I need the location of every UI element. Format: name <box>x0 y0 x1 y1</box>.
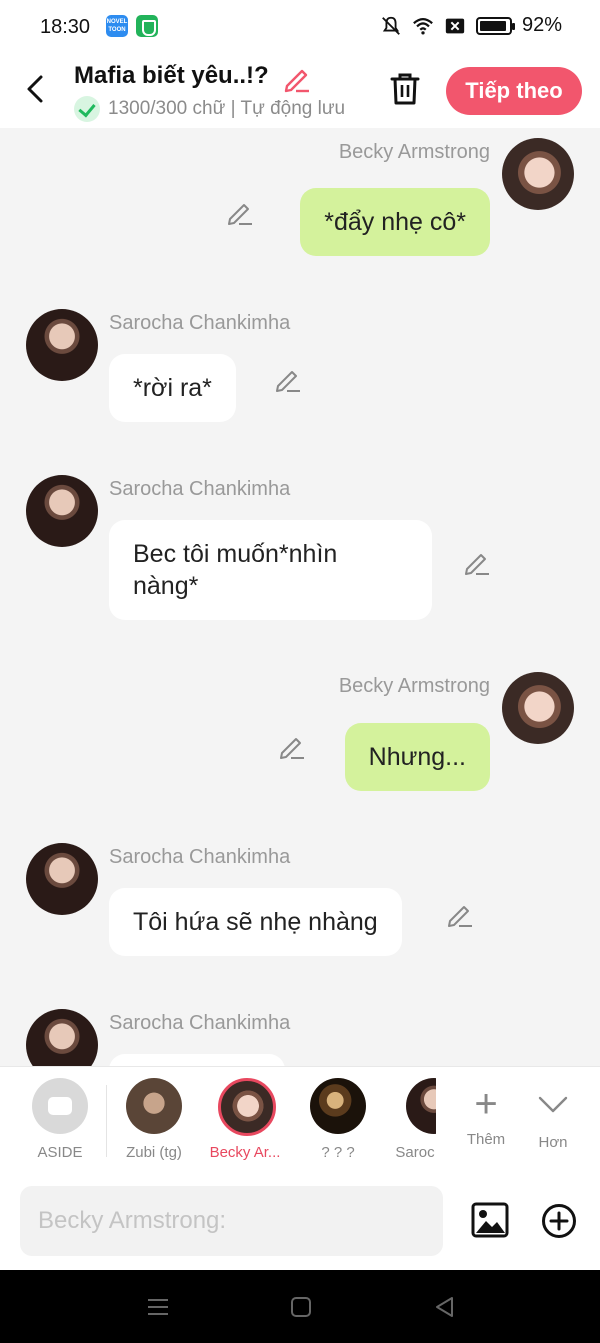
sender-name: Sarocha Chankimha <box>109 846 291 868</box>
message-item: Sarocha Chankimha Bec tôi muốn*nhìn nàng… <box>0 474 600 624</box>
back-arrow-icon[interactable] <box>20 72 54 106</box>
novel-toon-app-icon: NOVEL TOON <box>106 15 128 37</box>
battery-icon <box>475 16 515 35</box>
status-time: 18:30 <box>40 16 91 38</box>
message-item: Becky Armstrong *đẩy nhẹ cô* <box>0 128 600 278</box>
check-icon <box>74 96 100 122</box>
message-bubble[interactable] <box>109 1054 285 1066</box>
message-bubble[interactable]: Bec tôi muốn*nhìn nàng* <box>109 520 432 620</box>
role-selector-bar: ASIDE Zubi (tg) Becky Ar... ? ? ? Saroc … <box>0 1066 600 1174</box>
more-roles-button[interactable]: Hơn <box>523 1083 583 1163</box>
aside-icon <box>32 1078 88 1134</box>
sarocha-avatar[interactable] <box>26 475 98 547</box>
battery-percent: 92% <box>521 14 562 36</box>
message-bubble[interactable]: *rời ra* <box>109 354 236 422</box>
mute-icon <box>382 16 400 35</box>
message-item: Sarocha Chankimha Tôi hứa sẽ nhẹ nhàng <box>0 842 600 962</box>
edit-pencil-icon[interactable] <box>273 365 303 395</box>
role-label: Becky Ar... <box>209 1144 281 1161</box>
becky-avatar <box>218 1078 276 1136</box>
role-aside[interactable]: ASIDE <box>15 1067 105 1175</box>
home-nav-icon[interactable] <box>288 1294 314 1320</box>
sender-name: Becky Armstrong <box>338 675 490 697</box>
more-label: Hơn <box>538 1134 568 1151</box>
sim-x-icon <box>445 18 465 33</box>
role-unknown[interactable]: ? ? ? <box>293 1067 383 1175</box>
message-bubble[interactable]: Tôi hứa sẽ nhẹ nhàng <box>109 888 402 956</box>
sender-name: Sarocha Chankimha <box>109 312 291 334</box>
image-icon[interactable] <box>471 1202 509 1238</box>
sarocha-avatar[interactable] <box>26 1009 98 1066</box>
sender-name: Sarocha Chankimha <box>109 1012 291 1034</box>
add-role-button[interactable]: + Thêm <box>456 1083 516 1163</box>
edit-pencil-icon[interactable] <box>225 198 255 228</box>
divider <box>106 1085 107 1157</box>
message-item: Becky Armstrong Nhưng... <box>0 668 600 808</box>
edit-pencil-icon[interactable] <box>277 732 307 762</box>
sarocha-avatar[interactable] <box>26 843 98 915</box>
back-nav-icon[interactable] <box>432 1294 458 1320</box>
role-sarocha[interactable]: Saroc <box>390 1067 436 1175</box>
sarocha-avatar[interactable] <box>26 309 98 381</box>
status-bar: 18:30 NOVEL TOON 92% <box>0 0 600 54</box>
sender-name: Sarocha Chankimha <box>109 478 291 500</box>
story-title: Mafia biết yêu..!? <box>74 62 269 89</box>
becky-avatar[interactable] <box>502 138 574 210</box>
role-label: ? ? ? <box>321 1144 355 1161</box>
system-nav-bar <box>0 1270 600 1343</box>
role-zubi[interactable]: Zubi (tg) <box>109 1067 199 1175</box>
word-count-autosave: 1300/300 chữ | Tự động lưu <box>108 98 346 119</box>
wifi-icon <box>413 17 433 35</box>
chat-area[interactable]: Becky Armstrong *đẩy nhẹ cô* Sarocha Cha… <box>0 128 600 1066</box>
unknown-avatar <box>310 1078 366 1134</box>
becky-avatar[interactable] <box>502 672 574 744</box>
message-bubble[interactable]: Nhưng... <box>344 723 490 791</box>
trash-icon[interactable] <box>388 70 422 108</box>
message-item: Sarocha Chankimha *rời ra* <box>0 308 600 428</box>
status-icons: 92% <box>380 14 562 37</box>
edit-pencil-icon[interactable] <box>462 548 492 578</box>
editor-header: Mafia biết yêu..!? 1300/300 chữ | Tự độn… <box>0 54 600 128</box>
shield-app-icon <box>136 15 158 37</box>
plus-icon: + <box>474 1082 498 1126</box>
sender-name: Becky Armstrong <box>338 141 490 163</box>
role-label: Zubi (tg) <box>126 1144 182 1161</box>
role-becky[interactable]: Becky Ar... <box>200 1067 290 1175</box>
sarocha-avatar <box>406 1078 436 1134</box>
add-label: Thêm <box>466 1131 506 1148</box>
message-input[interactable] <box>20 1186 443 1256</box>
message-item: Sarocha Chankimha <box>0 1008 600 1066</box>
message-bubble[interactable]: *đẩy nhẹ cô* <box>300 188 490 256</box>
input-row <box>0 1174 600 1270</box>
zubi-avatar <box>126 1078 182 1134</box>
chevron-down-icon <box>538 1096 568 1113</box>
add-circle-icon[interactable] <box>541 1203 577 1239</box>
title-edit-pencil-icon[interactable] <box>282 64 312 94</box>
role-label: ASIDE <box>37 1144 83 1161</box>
next-button[interactable]: Tiếp theo <box>446 67 582 115</box>
autosave-status: 1300/300 chữ | Tự động lưu <box>74 96 345 122</box>
edit-pencil-icon[interactable] <box>445 900 475 930</box>
menu-nav-icon[interactable] <box>145 1294 171 1320</box>
role-label: Saroc <box>395 1144 435 1161</box>
